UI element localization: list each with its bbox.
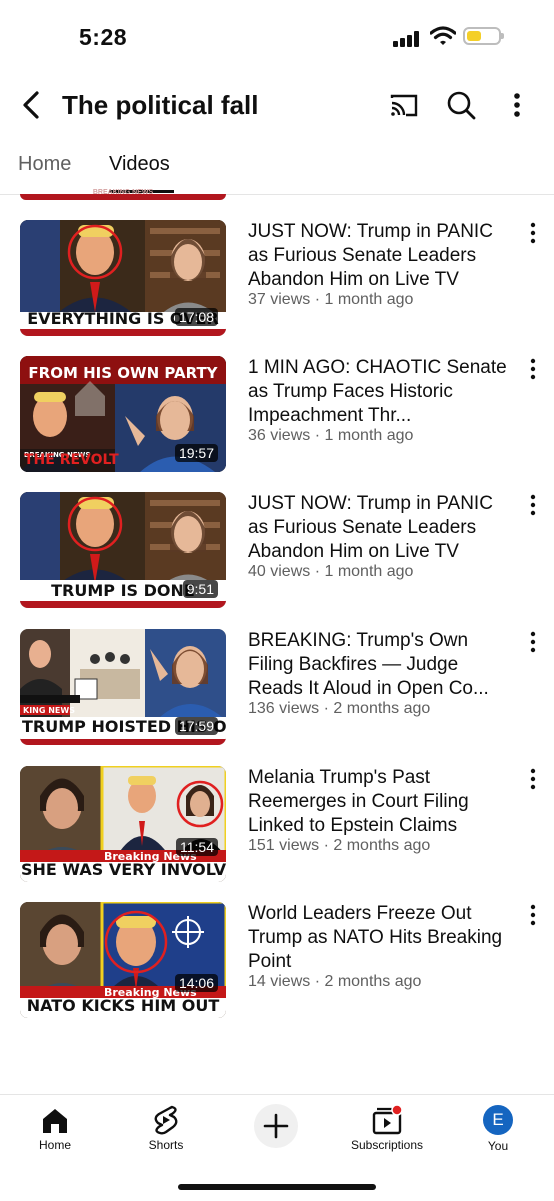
thumbnail-headline: SHE WAS VERY INVOLVED!!! [21, 860, 226, 879]
video-title[interactable]: JUST NOW: Trump in PANIC as Furious Sena… [248, 492, 513, 564]
video-more-icon[interactable] [525, 358, 541, 380]
video-thumbnail[interactable]: Breaking News NATO KICKS HIM OUT 14:06 [20, 902, 226, 1018]
thumbnail-headline: FROM HIS OWN PARTY [28, 364, 218, 382]
duration-badge: 19:57 [174, 444, 218, 462]
video-more-icon[interactable] [525, 631, 541, 653]
nav-home[interactable]: Home [15, 1095, 95, 1152]
duration-badge: 17:08 [174, 308, 218, 326]
channel-title: The political fall [62, 90, 259, 120]
status-time: 5:28 [79, 24, 128, 50]
channel-tabs: Home Videos [0, 140, 554, 195]
video-thumbnail[interactable]: EVERYTHING IS OVER 17:08 [20, 220, 226, 336]
more-vert-icon[interactable] [502, 89, 532, 121]
svg-text:KING NEWS: KING NEWS [23, 706, 75, 715]
video-title[interactable]: JUST NOW: Trump in PANIC as Furious Sena… [248, 220, 513, 292]
partial-thumbnail[interactable]: BREAKING NEWS [20, 189, 226, 200]
video-item[interactable]: Breaking News SHE WAS VERY INVOLVED!!! 1… [0, 766, 554, 884]
plus-icon [263, 1113, 289, 1139]
nav-you-label: You [487, 1139, 509, 1153]
video-title[interactable]: World Leaders Freeze Out Trump as NATO H… [248, 902, 513, 974]
partial-thumbnail-banner: BREAKING NEWS [92, 189, 154, 196]
video-item[interactable]: KING NEWS TRUMP HOISTED HIS OWN 17:59 BR… [0, 629, 554, 747]
video-item[interactable]: BREAKING NEWS THE REVOLT FROM HIS OWN PA… [0, 356, 554, 474]
video-thumbnail[interactable]: Breaking News SHE WAS VERY INVOLVED!!! 1… [20, 766, 226, 882]
back-arrow-icon[interactable] [18, 90, 44, 120]
status-bar: 5:28 [0, 0, 554, 70]
video-more-icon[interactable] [525, 904, 541, 926]
video-item[interactable]: EVERYTHING IS OVER 17:08 JUST NOW: Trump… [0, 220, 554, 338]
signal-icon [393, 31, 421, 47]
video-title[interactable]: 1 MIN AGO: CHAOTIC Senate as Trump Faces… [248, 356, 513, 428]
duration-badge: 17:59 [174, 717, 218, 735]
video-item[interactable]: Breaking News NATO KICKS HIM OUT 14:06 W… [0, 902, 554, 1020]
video-thumbnail[interactable]: TRUMP IS DONE 9:51 [20, 492, 226, 608]
video-title[interactable]: Melania Trump's Past Reemerges in Court … [248, 766, 513, 838]
nav-home-label: Home [38, 1138, 71, 1152]
tab-videos[interactable]: Videos [109, 153, 170, 176]
video-thumbnail[interactable]: KING NEWS TRUMP HOISTED HIS OWN 17:59 [20, 629, 226, 745]
video-meta: 136 views · 2 months ago [248, 700, 431, 717]
home-icon [43, 1109, 67, 1133]
tab-home[interactable]: Home [18, 153, 71, 176]
duration-badge: 9:51 [182, 580, 218, 598]
nav-subscriptions-label: Subscriptions [350, 1138, 424, 1152]
video-item[interactable]: TRUMP IS DONE 9:51 JUST NOW: Trump in PA… [0, 492, 554, 610]
nav-shorts[interactable]: Shorts [126, 1095, 206, 1152]
cast-icon[interactable] [388, 89, 420, 121]
video-meta: 151 views · 2 months ago [248, 837, 431, 854]
nav-you[interactable]: E You [458, 1095, 538, 1153]
video-meta: 40 views · 1 month ago [248, 563, 414, 580]
create-button[interactable] [254, 1104, 298, 1148]
video-more-icon[interactable] [525, 222, 541, 244]
avatar: E [483, 1105, 513, 1135]
subscriptions-icon [372, 1104, 403, 1135]
nav-subscriptions[interactable]: Subscriptions [347, 1095, 427, 1152]
thumbnail-headline: NATO KICKS HIM OUT [26, 996, 220, 1015]
duration-badge: 11:54 [176, 838, 218, 856]
video-meta: 14 views · 2 months ago [248, 973, 422, 990]
video-meta: 36 views · 1 month ago [248, 427, 414, 444]
nav-shorts-label: Shorts [148, 1138, 184, 1152]
channel-header: The political fall [0, 72, 554, 138]
video-title[interactable]: BREAKING: Trump's Own Filing Backfires —… [248, 629, 513, 701]
wifi-icon [430, 26, 456, 45]
video-thumbnail[interactable]: BREAKING NEWS THE REVOLT FROM HIS OWN PA… [20, 356, 226, 472]
video-more-icon[interactable] [525, 768, 541, 790]
video-more-icon[interactable] [525, 494, 541, 516]
svg-text:THE REVOLT: THE REVOLT [24, 452, 119, 468]
shorts-icon [154, 1105, 178, 1135]
video-meta: 37 views · 1 month ago [248, 291, 414, 308]
search-icon[interactable] [445, 89, 477, 121]
battery-icon [463, 27, 504, 45]
home-indicator [178, 1184, 376, 1190]
duration-badge: 14:06 [174, 974, 218, 992]
